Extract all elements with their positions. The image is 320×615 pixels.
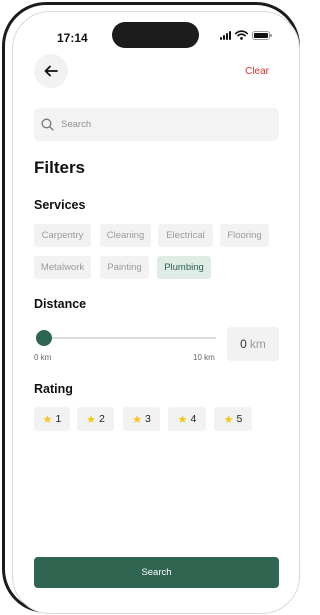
service-chip-plumbing[interactable]: Plumbing: [157, 256, 211, 279]
page-title: Filters: [34, 158, 86, 177]
distance-min-label: 0 km: [34, 353, 52, 362]
battery-icon: [252, 30, 272, 40]
status-icons: [220, 30, 272, 40]
rating-chip-label: 4: [190, 413, 197, 425]
rating-chip-label: 1: [55, 413, 62, 425]
service-chip-electrical[interactable]: Electrical: [158, 224, 213, 247]
arrow-left-icon: [44, 65, 58, 77]
rating-chip-label: 3: [145, 413, 151, 425]
dynamic-island: [112, 22, 199, 48]
search-icon: [41, 118, 54, 131]
distance-section-title: Distance: [34, 297, 87, 311]
search-input[interactable]: [61, 119, 261, 130]
distance-value: 0: [240, 337, 247, 351]
service-chip-painting[interactable]: Painting: [100, 256, 149, 279]
cellular-signal-icon: [220, 30, 231, 40]
distance-max-label: 10 km: [193, 353, 215, 362]
wifi-icon: [235, 30, 248, 40]
star-icon: ★: [86, 413, 97, 426]
back-button[interactable]: [34, 54, 68, 88]
search-bar[interactable]: [34, 108, 279, 141]
rating-chip-2[interactable]: ★ 2: [77, 407, 114, 431]
distance-unit: km: [249, 337, 266, 351]
rating-chip-label: 5: [236, 413, 243, 425]
star-icon: ★: [132, 413, 143, 426]
rating-chip-3[interactable]: ★ 3: [123, 407, 160, 431]
star-icon: ★: [177, 413, 188, 426]
search-button[interactable]: Search: [34, 557, 279, 588]
rating-chip-5[interactable]: ★ 5: [214, 407, 252, 431]
rating-chip-label: 2: [99, 413, 105, 425]
service-chip-carpentry[interactable]: Carpentry: [34, 224, 91, 247]
services-section-title: Services: [34, 198, 86, 212]
status-bar: 17:14: [13, 12, 299, 58]
app-screen: 17:14 Clear Search Filters Services Carp…: [12, 11, 300, 614]
rating-section-title: Rating: [34, 382, 73, 396]
rating-chip-1[interactable]: ★ 1: [34, 407, 70, 431]
clear-button[interactable]: Clear: [245, 66, 269, 77]
rating-chip-4[interactable]: ★ 4: [168, 407, 206, 431]
distance-value-field[interactable]: 0 km: [227, 327, 279, 361]
service-chip-flooring[interactable]: Flooring: [220, 224, 269, 247]
star-icon: ★: [42, 413, 53, 426]
phone-frame: 17:14 Clear Search Filters Services Carp…: [2, 2, 300, 614]
status-time: 17:14: [57, 31, 88, 45]
star-icon: ★: [223, 413, 234, 426]
distance-slider-track[interactable]: [43, 337, 216, 339]
service-chip-metalwork[interactable]: Metalwork: [34, 256, 91, 279]
service-chip-cleaning[interactable]: Cleaning: [100, 224, 151, 247]
distance-slider-thumb[interactable]: [36, 330, 52, 346]
